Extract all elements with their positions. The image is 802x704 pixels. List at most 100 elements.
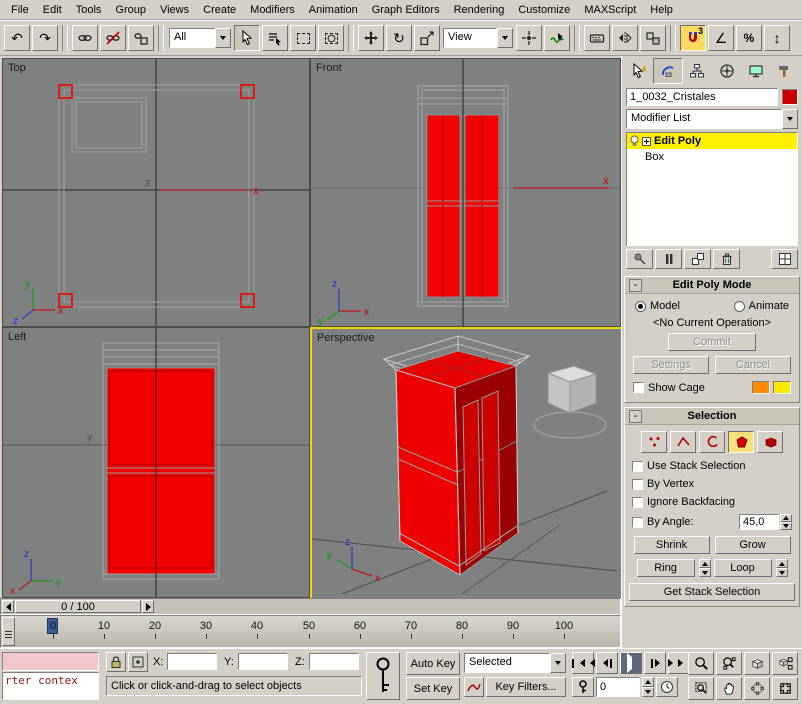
previous-frame-button[interactable]: [596, 652, 618, 674]
settings-button[interactable]: Settings: [633, 356, 709, 374]
menu-rendering[interactable]: Rendering: [447, 1, 512, 19]
redo-button[interactable]: ↷: [32, 25, 58, 51]
set-keys-button[interactable]: [366, 652, 400, 700]
zoom-region-button[interactable]: [688, 677, 714, 700]
by-angle-field[interactable]: [740, 516, 778, 528]
spinner-down-icon[interactable]: [642, 687, 654, 697]
border-subobject-button[interactable]: [699, 431, 725, 453]
time-slider-handle[interactable]: 0 / 100: [15, 600, 141, 613]
default-tangent-button[interactable]: [464, 677, 484, 697]
align-button[interactable]: [640, 25, 666, 51]
keyboard-shortcut-override-button[interactable]: [584, 25, 610, 51]
y-coordinate-field[interactable]: [239, 656, 287, 668]
menu-customize[interactable]: Customize: [511, 1, 577, 19]
menu-create[interactable]: Create: [196, 1, 243, 19]
by-angle-spinner[interactable]: [780, 514, 792, 530]
rollout-header-edit-poly-mode[interactable]: - Edit Poly Mode: [625, 277, 799, 294]
viewport-label[interactable]: Left: [8, 331, 26, 343]
spinner-down-icon[interactable]: [776, 568, 788, 577]
model-radio[interactable]: Model: [635, 300, 734, 312]
use-stack-selection-row[interactable]: Use Stack Selection: [625, 457, 799, 475]
object-color-swatch[interactable]: [782, 89, 798, 105]
use-pivot-point-center-button[interactable]: [516, 25, 542, 51]
loop-button[interactable]: Loop: [714, 559, 772, 577]
top-viewport-canvas[interactable]: x z y x z: [3, 59, 309, 326]
menu-views[interactable]: Views: [153, 1, 196, 19]
zoom-extents-all-button[interactable]: [772, 652, 798, 675]
menu-animation[interactable]: Animation: [302, 1, 365, 19]
menu-file[interactable]: File: [4, 1, 36, 19]
stack-item-box[interactable]: Box: [627, 149, 797, 165]
selection-filter-combo[interactable]: All: [169, 28, 231, 48]
get-stack-selection-button[interactable]: Get Stack Selection: [629, 583, 795, 601]
stack-item-edit-poly[interactable]: Edit Poly: [627, 133, 797, 149]
zoom-all-button[interactable]: [716, 652, 742, 675]
viewport-label[interactable]: Front: [316, 62, 342, 74]
play-animation-button[interactable]: [620, 652, 642, 674]
selection-lock-toggle-button[interactable]: [106, 652, 126, 672]
rectangular-selection-region-button[interactable]: [290, 25, 316, 51]
zoom-extents-button[interactable]: [744, 652, 770, 675]
menu-edit[interactable]: Edit: [36, 1, 69, 19]
arc-rotate-button[interactable]: [744, 677, 770, 700]
show-end-result-button[interactable]: [655, 249, 682, 269]
ignore-backfacing-checkbox[interactable]: [632, 497, 643, 508]
time-configuration-button[interactable]: [656, 677, 678, 697]
snaps-toggle-button[interactable]: 3: [680, 25, 706, 51]
angle-snap-toggle-button[interactable]: ∠: [708, 25, 734, 51]
pin-stack-button[interactable]: [626, 249, 653, 269]
by-vertex-row[interactable]: By Vertex: [625, 475, 799, 493]
spinner-up-icon[interactable]: [642, 677, 654, 687]
key-mode-combo[interactable]: Selected: [464, 653, 566, 673]
expand-plus-icon[interactable]: [642, 137, 651, 146]
shrink-button[interactable]: Shrink: [634, 536, 710, 554]
animate-radio[interactable]: Animate: [734, 300, 789, 312]
rollout-header-selection[interactable]: - Selection: [625, 408, 799, 425]
z-coordinate-field[interactable]: [310, 656, 358, 668]
modifier-list-arrow[interactable]: [782, 109, 798, 129]
maximize-viewport-toggle-button[interactable]: [772, 677, 798, 700]
time-step-forward-button[interactable]: [142, 600, 154, 613]
collapse-icon[interactable]: -: [629, 279, 642, 292]
bind-to-spacewarp-button[interactable]: [128, 25, 154, 51]
configure-modifier-sets-button[interactable]: [771, 249, 798, 269]
current-frame-spinner[interactable]: [642, 677, 654, 697]
select-and-scale-button[interactable]: [414, 25, 440, 51]
vertex-subobject-button[interactable]: [641, 431, 667, 453]
current-frame-field[interactable]: [597, 681, 639, 693]
select-and-move-button[interactable]: [358, 25, 384, 51]
loop-spinner[interactable]: [776, 559, 788, 577]
track-bar[interactable]: 0 10 20 30 40 50 60 70 80 90 100: [0, 615, 621, 648]
select-and-rotate-button[interactable]: ↻: [386, 25, 412, 51]
spinner-up-icon[interactable]: [699, 559, 711, 568]
next-frame-button[interactable]: [644, 652, 666, 674]
reference-coordinate-system-combo[interactable]: View: [443, 28, 513, 48]
spinner-up-icon[interactable]: [780, 514, 792, 522]
collapse-icon[interactable]: -: [629, 410, 642, 423]
coordinate-system-arrow[interactable]: [497, 28, 513, 48]
percent-snap-toggle-button[interactable]: %: [736, 25, 762, 51]
use-stack-selection-checkbox[interactable]: [632, 461, 643, 472]
perspective-viewport-canvas[interactable]: z x y: [312, 329, 617, 594]
maxscript-mini-listener-macro[interactable]: [2, 652, 99, 671]
visibility-bulb-icon[interactable]: [629, 135, 640, 147]
absolute-offset-mode-button[interactable]: [128, 652, 148, 672]
commit-button[interactable]: Commit: [668, 333, 756, 351]
show-cage-checkbox[interactable]: [633, 382, 644, 393]
spinner-down-icon[interactable]: [699, 568, 711, 577]
tab-utilities-panel[interactable]: [771, 58, 800, 84]
viewport-top[interactable]: Top x z y x z: [2, 58, 310, 327]
viewport-front[interactable]: Front x z x: [310, 58, 621, 327]
object-name-field[interactable]: [627, 91, 777, 103]
mini-curve-editor-button[interactable]: [2, 617, 15, 646]
spinner-up-icon[interactable]: [776, 559, 788, 568]
remove-modifier-button[interactable]: [713, 249, 740, 269]
menu-help[interactable]: Help: [643, 1, 680, 19]
viewport-label[interactable]: Perspective: [317, 332, 374, 344]
select-by-name-button[interactable]: [262, 25, 288, 51]
key-mode-toggle-button[interactable]: [572, 677, 594, 697]
cage-selected-color-swatch[interactable]: [773, 381, 791, 394]
maxscript-mini-listener[interactable]: rter contex: [2, 672, 99, 700]
undo-button[interactable]: ↶: [4, 25, 30, 51]
cancel-button[interactable]: Cancel: [715, 356, 791, 374]
